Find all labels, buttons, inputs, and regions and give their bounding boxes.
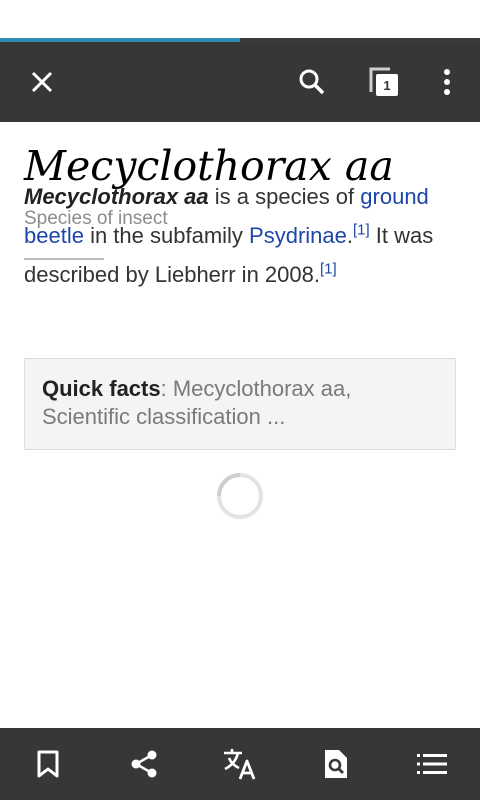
overflow-menu-button[interactable] — [419, 42, 475, 122]
bold-species-name: Mecyclothorax aa — [24, 184, 209, 209]
tabs-icon: 1 — [369, 67, 398, 96]
reference-link-2[interactable]: [1] — [320, 261, 337, 278]
reference-link-1[interactable]: [1] — [353, 222, 370, 239]
bookmark-button[interactable] — [16, 728, 80, 800]
close-icon — [31, 71, 53, 93]
more-vert-icon — [444, 69, 450, 95]
close-button[interactable] — [14, 42, 70, 122]
table-of-contents-button[interactable] — [400, 728, 464, 800]
translate-button[interactable] — [208, 728, 272, 800]
quick-facts-box[interactable]: Quick facts: Mecyclothorax aa, Scientifi… — [24, 358, 456, 450]
translate-icon — [224, 749, 256, 780]
quick-facts-label: Quick facts — [42, 376, 161, 401]
link-psydrinae[interactable]: Psydrinae — [249, 223, 347, 248]
article-content: Mecyclothorax aa Species of insect Mecyc… — [0, 122, 480, 728]
article-paragraph: Mecyclothorax aa is a species of ground … — [24, 177, 464, 294]
table-of-contents-icon — [417, 754, 447, 774]
share-button[interactable] — [112, 728, 176, 800]
status-bar — [0, 0, 480, 38]
tab-count: 1 — [383, 78, 390, 93]
loading-spinner-icon — [217, 473, 263, 519]
para-text: in the subfamily — [83, 223, 250, 248]
bottom-toolbar — [0, 728, 480, 800]
bookmark-icon — [37, 750, 59, 778]
share-icon — [131, 750, 157, 778]
search-button[interactable] — [284, 42, 340, 122]
para-text: is a species of — [208, 184, 361, 209]
tabs-button[interactable]: 1 — [356, 42, 412, 122]
search-icon — [299, 69, 325, 95]
find-in-page-icon — [325, 750, 347, 778]
find-in-page-button[interactable] — [304, 728, 368, 800]
top-toolbar: 1 — [0, 42, 480, 122]
